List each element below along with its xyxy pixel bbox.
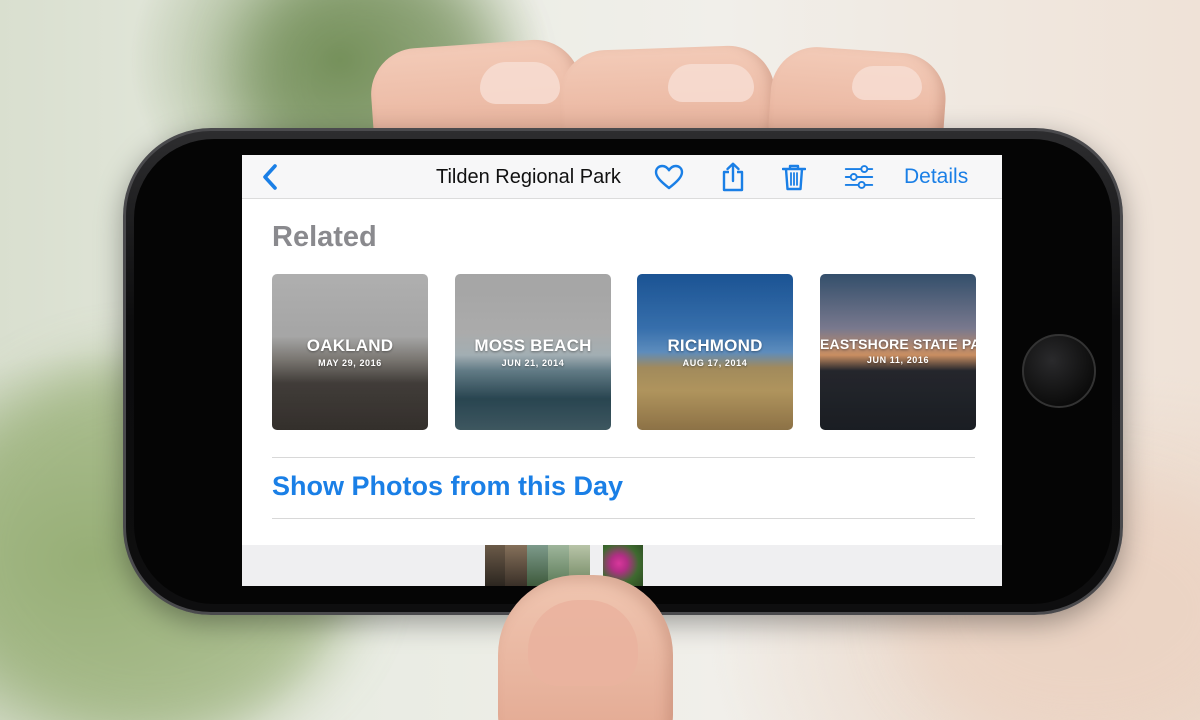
favorite-button[interactable]	[654, 162, 684, 192]
details-button[interactable]: Details	[904, 165, 968, 189]
filmstrip-thumbnail[interactable]	[485, 545, 505, 586]
trash-icon	[782, 164, 806, 191]
navigation-bar: Tilden Regional Park Details	[242, 155, 1002, 199]
phone-screen: Tilden Regional Park Details Related OAK…	[242, 155, 1002, 586]
heart-icon	[654, 164, 684, 190]
divider	[272, 518, 975, 519]
section-title-related: Related	[272, 221, 377, 253]
memory-card[interactable]: OAKLAND MAY 29, 2016	[272, 274, 428, 430]
fingernail	[480, 62, 560, 104]
divider	[272, 457, 975, 458]
memory-card[interactable]: EASTSHORE STATE PARK JUN 11, 2016	[820, 274, 976, 430]
chevron-left-icon	[263, 164, 277, 190]
fingernail	[852, 66, 922, 100]
share-button[interactable]	[718, 162, 748, 192]
show-photos-from-day-link[interactable]: Show Photos from this Day	[272, 471, 623, 502]
memory-date: JUN 11, 2016	[866, 355, 930, 365]
memory-date: AUG 17, 2014	[682, 358, 748, 368]
memory-title: OAKLAND	[306, 336, 394, 355]
memory-card[interactable]: MOSS BEACH JUN 21, 2014	[455, 274, 611, 430]
memory-date: MAY 29, 2016	[318, 358, 382, 368]
back-button[interactable]	[256, 161, 284, 193]
delete-button[interactable]	[779, 162, 809, 192]
filmstrip-thumbnail[interactable]	[505, 545, 527, 586]
thumbnail-nail	[528, 600, 638, 686]
memory-date: JUN 21, 2014	[501, 358, 565, 368]
home-button[interactable]	[1022, 334, 1096, 408]
filmstrip-thumbnail[interactable]	[527, 545, 548, 586]
page-title: Tilden Regional Park	[436, 166, 621, 188]
memory-title: EASTSHORE STATE PARK	[820, 336, 976, 352]
memory-card[interactable]: RICHMOND AUG 17, 2014	[637, 274, 793, 430]
memory-title: MOSS BEACH	[474, 336, 592, 355]
memory-title: RICHMOND	[667, 336, 763, 355]
related-memories: OAKLAND MAY 29, 2016 MOSS BEACH JUN 21, …	[272, 274, 976, 430]
adjust-icon	[844, 165, 874, 189]
fingernail	[668, 64, 754, 102]
edit-adjust-button[interactable]	[844, 162, 874, 192]
share-icon	[722, 162, 744, 192]
